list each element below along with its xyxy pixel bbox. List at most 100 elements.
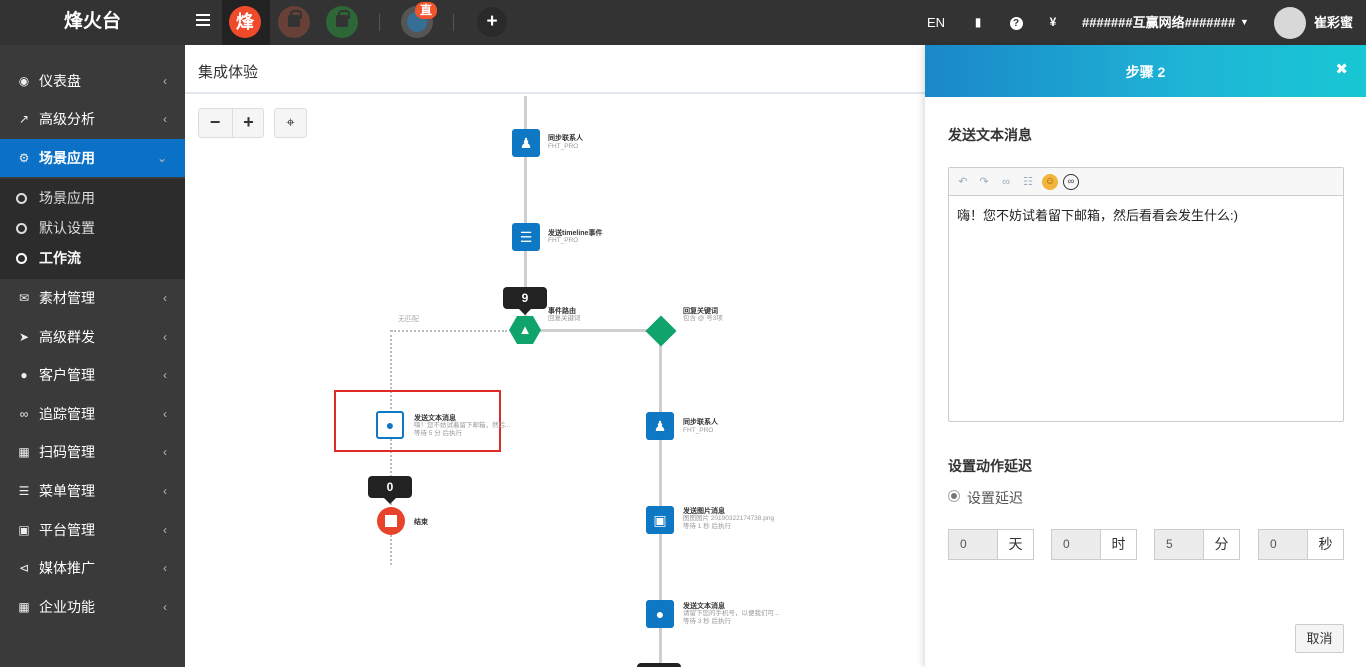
timeline-event-node[interactable]: ☰: [512, 223, 540, 251]
node-subtitle: FHT_PRO: [548, 143, 579, 150]
unlink-icon[interactable]: ☷: [1020, 174, 1036, 190]
qrcode-icon: ▦: [18, 445, 30, 459]
step-panel: 步骤 2 ✖ 发送文本消息 ↶ ↷ ∞ ☷ ☺ ∞ 嗨！您不妨试着留下邮箱，然后…: [925, 45, 1366, 667]
sidebar-item-broadcast[interactable]: ➤ 高级群发 ‹: [0, 318, 185, 356]
router-count-tooltip: 9: [503, 287, 547, 315]
help-icon[interactable]: ?: [1009, 0, 1023, 45]
sidebar-item-media[interactable]: ⊲ 媒体推广 ‹: [0, 549, 185, 587]
zoom-in-button[interactable]: +: [232, 109, 264, 137]
zoom-out-button[interactable]: −: [199, 109, 231, 137]
node-subtitle: 回复关键词: [548, 315, 581, 322]
insert-link-icon[interactable]: ∞: [1063, 174, 1079, 190]
delay-days-field[interactable]: 0 天: [948, 529, 1034, 560]
sidebar-item-platform[interactable]: ▣ 平台管理 ‹: [0, 511, 185, 549]
node-subtitle: 图图图片 20190322174738.png: [683, 515, 775, 522]
sync-contact-node-2[interactable]: ♟: [646, 412, 674, 440]
branch-icon[interactable]: ¥: [1046, 0, 1060, 45]
section-title-text: 发送文本消息: [948, 127, 1032, 143]
circle-icon: [16, 223, 27, 234]
add-app-button[interactable]: +: [477, 7, 507, 37]
page-title: 集成体验: [198, 64, 259, 81]
sidebar-item-menu[interactable]: ☰ 菜单管理 ‹: [0, 472, 185, 510]
node-subtitle: 嗨！您不妨试着留下邮箱，然后...: [414, 422, 511, 429]
send-image-node[interactable]: ▣: [646, 506, 674, 534]
sidebar-item-qrcode[interactable]: ▦ 扫码管理 ‹: [0, 433, 185, 471]
delay-seconds-field[interactable]: 0 秒: [1258, 529, 1344, 560]
chevron-left-icon: ‹: [163, 368, 167, 382]
sidebar-item-enterprise[interactable]: ▦ 企业功能 ‹: [0, 588, 185, 626]
envelope-icon: ✉: [18, 291, 30, 305]
link-icon[interactable]: ∞: [998, 174, 1014, 190]
delay-radio[interactable]: [948, 490, 960, 502]
send-text-node[interactable]: ●: [376, 411, 404, 439]
fenghuo-app-icon[interactable]: 烽: [229, 6, 261, 38]
gear-icon: ⚙: [18, 151, 30, 165]
sidebar-item-scenes[interactable]: ⚙ 场景应用 ⌄: [0, 139, 185, 177]
keyword-branch-node[interactable]: [645, 315, 677, 347]
chevron-left-icon: ‹: [163, 600, 167, 614]
org-selector[interactable]: #######互赢网络#######: [1082, 0, 1235, 45]
node-subtitle: 等待 5 分 后执行: [414, 430, 463, 437]
node-title: 结束: [414, 519, 428, 526]
sidebar-item-tracking[interactable]: ∞ 追踪管理 ‹: [0, 395, 185, 433]
divider: [379, 14, 380, 31]
circle-icon: [16, 193, 27, 204]
chevron-left-icon: ‹: [163, 523, 167, 537]
chevron-left-icon: ‹: [163, 112, 167, 126]
chevron-left-icon: ‹: [163, 291, 167, 305]
language-switch[interactable]: EN: [927, 0, 945, 45]
avatar[interactable]: [1274, 7, 1306, 39]
section-title-delay: 设置动作延迟: [948, 458, 1032, 474]
emoji-icon[interactable]: ☺: [1042, 174, 1058, 190]
end-node[interactable]: [377, 507, 405, 535]
book-icon[interactable]: ▮: [971, 0, 985, 45]
crosshair-icon[interactable]: ⌖: [274, 108, 307, 138]
user-name[interactable]: 崔彩蜜: [1314, 0, 1353, 45]
lock-icon: [288, 10, 302, 27]
line-chart-icon: ↗: [18, 112, 30, 126]
submenu-item-scenes[interactable]: 场景应用: [0, 183, 185, 213]
zoom-controls: − +: [198, 108, 264, 138]
share-icon: ⊲: [18, 561, 30, 575]
submenu-item-workflow[interactable]: 工作流: [0, 243, 185, 273]
workflow-canvas[interactable]: ♟ 同步联系人 FHT_PRO ☰ 发送timeline事件 FHT_PRO 9…: [185, 96, 925, 667]
cancel-button[interactable]: 取消: [1295, 624, 1344, 653]
page-header: 集成体验: [185, 45, 925, 94]
locked-app-icon[interactable]: [278, 6, 310, 38]
user-icon: ●: [20, 368, 28, 382]
menu-toggle-icon[interactable]: [196, 14, 210, 28]
panel-header: 步骤 2 ✖: [925, 45, 1366, 97]
app-logo[interactable]: 烽火台: [0, 0, 185, 45]
event-router-node[interactable]: ▲: [509, 316, 541, 344]
chevron-left-icon: ‹: [163, 445, 167, 459]
redo-icon[interactable]: ↷: [976, 174, 992, 190]
delay-minutes-field[interactable]: 5 分: [1154, 529, 1240, 560]
submenu-item-defaults[interactable]: 默认设置: [0, 213, 185, 243]
close-icon[interactable]: ✖: [1335, 60, 1348, 78]
node-subtitle: 等待 3 秒 后执行: [683, 618, 732, 625]
undo-icon[interactable]: ↶: [955, 174, 971, 190]
send-text-node-2[interactable]: ●: [646, 600, 674, 628]
sidebar-item-materials[interactable]: ✉ 素材管理 ‹: [0, 279, 185, 317]
sidebar-item-analytics[interactable]: ↗ 高级分析 ‹: [0, 100, 185, 138]
node-subtitle: FHT_PRO: [548, 237, 579, 244]
caret-down-icon[interactable]: ▼: [1240, 0, 1249, 45]
chevron-left-icon: ‹: [163, 407, 167, 421]
grid-icon: ▦: [18, 600, 30, 614]
next-count-tooltip: [637, 663, 681, 667]
chevron-left-icon: ‹: [163, 74, 167, 88]
locked-app-icon-2[interactable]: [326, 6, 358, 38]
editor-content[interactable]: 嗨！您不妨试着留下邮箱，然后看看会发生什么:): [957, 205, 1238, 224]
sidebar: ◉ 仪表盘 ‹ ↗ 高级分析 ‹ ⚙ 场景应用 ⌄ 场景应用 默认设置 工作流 …: [0, 45, 185, 667]
end-count-tooltip: 0: [368, 476, 412, 504]
sync-contact-node[interactable]: ♟: [512, 129, 540, 157]
node-subtitle: 请留下您的手机号，以便我们可...: [683, 610, 780, 617]
flow-edge: [540, 329, 660, 332]
delay-radio-label[interactable]: 设置延迟: [967, 488, 1023, 508]
circle-icon: [16, 253, 27, 264]
node-subtitle: FHT_PRO: [683, 427, 714, 434]
message-editor[interactable]: ↶ ↷ ∞ ☷ ☺ ∞ 嗨！您不妨试着留下邮箱，然后看看会发生什么:): [948, 167, 1344, 422]
delay-hours-field[interactable]: 0 时: [1051, 529, 1137, 560]
sidebar-item-dashboard[interactable]: ◉ 仪表盘 ‹: [0, 62, 185, 100]
sidebar-item-customers[interactable]: ● 客户管理 ‹: [0, 356, 185, 394]
